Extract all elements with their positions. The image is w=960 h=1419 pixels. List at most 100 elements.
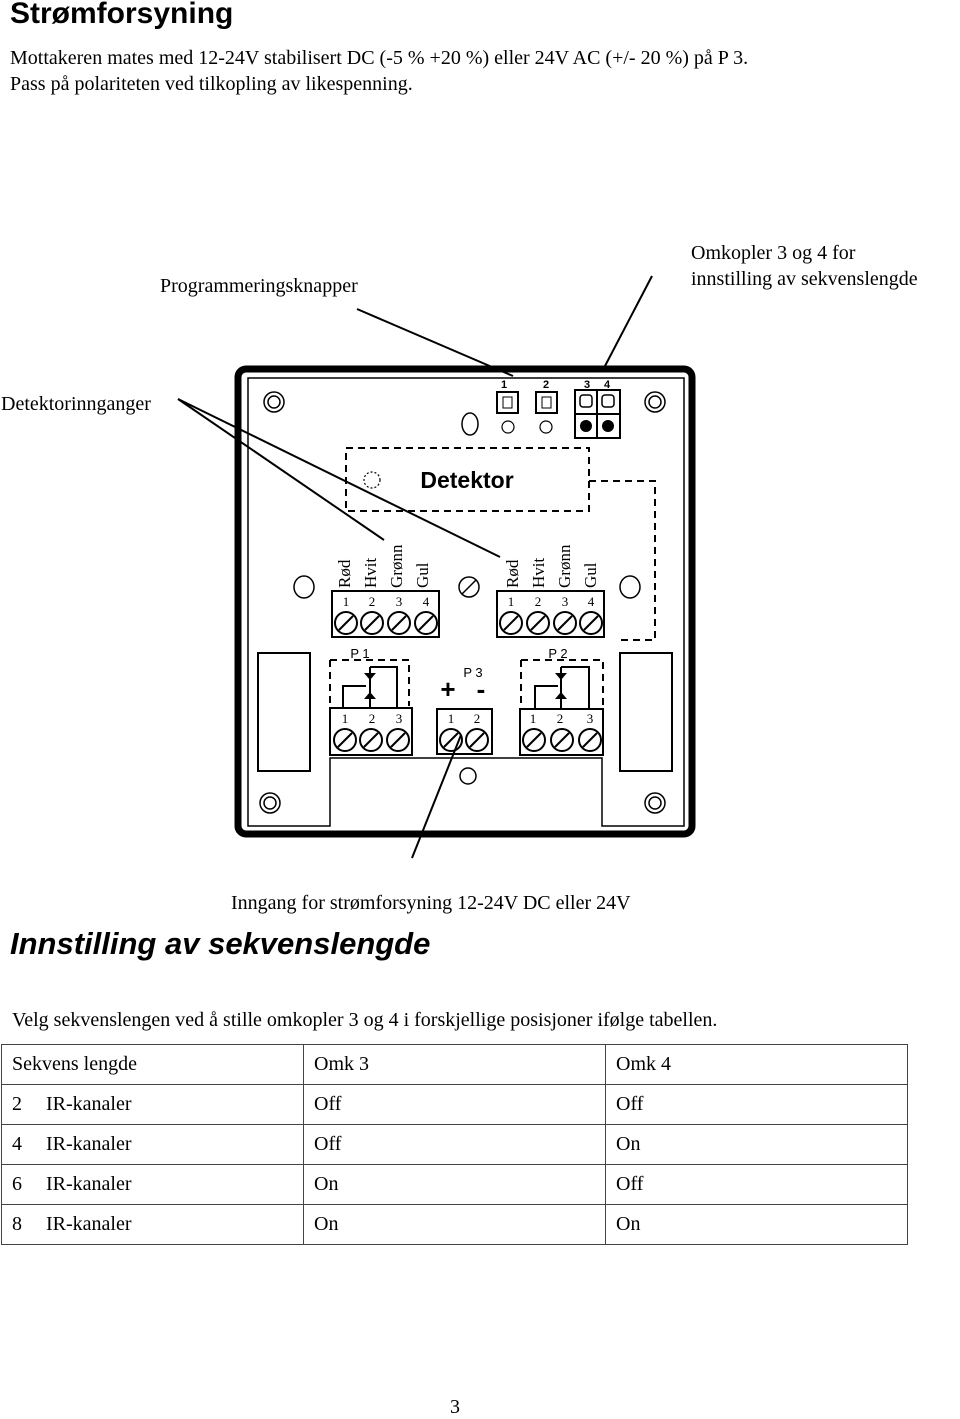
terminal-number: 3: [396, 594, 403, 609]
terminal-number: 2: [369, 594, 376, 609]
page-number: 3: [450, 1396, 460, 1418]
detector-sensor-icon: [363, 471, 381, 489]
hole-icon: [461, 412, 479, 436]
connector-p2: P 2 1 2 3: [519, 646, 604, 756]
connector-label: P 2: [548, 646, 567, 661]
mount-hole-icon: [644, 391, 666, 413]
connector-p3-power: P 3 + - 1 2: [436, 665, 493, 755]
terminal-number: 1: [530, 711, 537, 726]
relay-right: [619, 652, 673, 772]
programming-buttons: 1 2: [496, 379, 558, 434]
connector-p1: P 1 1 2 3: [329, 646, 413, 756]
terminal-number: 1: [342, 711, 349, 726]
table-header-cell: Sekvens lengde: [1, 1044, 304, 1085]
hole-icon: [293, 575, 315, 599]
led-icon: [501, 420, 515, 434]
terminal-number: 1: [508, 594, 515, 609]
terminal-block-input-2: 1 2 3 4: [496, 590, 605, 638]
wire-color-label: Rød: [335, 559, 354, 588]
wire-color-label: Grønn: [555, 544, 574, 588]
wire-color-label: Gul: [413, 562, 432, 588]
board-inner-frame: [247, 377, 685, 827]
mount-hole-icon: [259, 792, 281, 814]
channel-label: IR-kanaler: [46, 1173, 132, 1195]
terminal-number: 2: [474, 711, 481, 726]
detector-input-1-labels: Rød Hvit Grønn Gul: [335, 544, 432, 588]
table-row: 4 IR-kanaler Off On: [1, 1124, 908, 1165]
terminal-number: 1: [448, 711, 455, 726]
sequence-intro: Velg sekvenslengen ved å stille omkopler…: [12, 1009, 718, 1031]
button-number: 2: [543, 379, 549, 391]
table-header-cell: Omk 4: [605, 1044, 908, 1085]
hole-icon: [619, 575, 641, 599]
omk4-cell: On: [605, 1204, 908, 1245]
terminal-number: 2: [557, 711, 564, 726]
channel-count: 4: [12, 1133, 22, 1155]
channel-label: IR-kanaler: [46, 1133, 132, 1155]
omk3-cell: On: [303, 1204, 606, 1245]
detector-input-2-labels: Rød Hvit Grønn Gul: [503, 544, 600, 588]
wire-color-label: Hvit: [529, 558, 548, 589]
mount-hole-icon: [263, 391, 285, 413]
table-header-row: Sekvens lengde Omk 3 Omk 4: [1, 1044, 908, 1085]
switch-3-knob[interactable]: [580, 420, 592, 432]
channel-label: IR-kanaler: [46, 1213, 132, 1235]
channel-count: 2: [12, 1093, 22, 1115]
program-button-1[interactable]: [496, 391, 519, 414]
switch-3-off-position[interactable]: [579, 394, 593, 408]
table-row: 6 IR-kanaler On Off: [1, 1164, 908, 1205]
sequence-length-table: Sekvens lengde Omk 3 Omk 4 2 IR-kanaler O…: [1, 1044, 908, 1245]
sequence-cell: 2 IR-kanaler: [1, 1084, 304, 1125]
sequence-cell: 4 IR-kanaler: [1, 1124, 304, 1165]
terminal-number: 3: [562, 594, 569, 609]
wire-color-label: Rød: [503, 559, 522, 588]
omk3-cell: On: [303, 1164, 606, 1205]
wire-color-label: Gul: [581, 562, 600, 588]
channel-count: 8: [12, 1213, 22, 1235]
switch-4-off-position[interactable]: [601, 394, 615, 408]
terminal-number: 3: [396, 711, 403, 726]
terminal-number: 2: [535, 594, 542, 609]
plus-sign: +: [440, 674, 455, 704]
led-icon: [539, 420, 553, 434]
terminal-number: 1: [343, 594, 350, 609]
relay-left: [257, 652, 311, 772]
omk4-cell: Off: [605, 1164, 908, 1205]
table-row: 2 IR-kanaler Off Off: [1, 1084, 908, 1125]
callout-line-detector-1: [177, 398, 385, 541]
diode-icon: [364, 673, 376, 680]
diode-icon: [364, 692, 376, 699]
button-number: 1: [501, 379, 507, 391]
sequence-cell: 8 IR-kanaler: [1, 1204, 304, 1245]
omk3-cell: Off: [303, 1084, 606, 1125]
terminal-number: 4: [588, 594, 595, 609]
connector-label: P 1: [350, 646, 369, 661]
switch-4-knob[interactable]: [602, 420, 614, 432]
program-button-2[interactable]: [535, 391, 558, 414]
hole-icon: [459, 767, 477, 785]
detector-label: Detektor: [420, 467, 513, 493]
receiver-wiring-diagram: 1 2 3 4 Detektor Rød Hvit Grønn Gul Rød …: [177, 275, 696, 859]
mount-hole-icon: [644, 792, 666, 814]
board-outer-frame: [234, 365, 696, 838]
terminal-number: 2: [369, 711, 376, 726]
terminal-number: 4: [423, 594, 430, 609]
minus-sign: -: [477, 674, 486, 704]
wire-color-label: Hvit: [361, 558, 380, 589]
wire-color-label: Grønn: [387, 544, 406, 588]
terminal-block-input-1: 1 2 3 4: [331, 590, 440, 638]
dip-switches-3-4: 3 4: [574, 379, 621, 439]
table-header-cell: Omk 3: [303, 1044, 606, 1085]
diode-icon: [555, 673, 567, 680]
omk3-cell: Off: [303, 1124, 606, 1165]
table-row: 8 IR-kanaler On On: [1, 1204, 908, 1245]
omk4-cell: Off: [605, 1084, 908, 1125]
omk4-cell: On: [605, 1124, 908, 1165]
channel-label: IR-kanaler: [46, 1093, 132, 1115]
diode-icon: [555, 692, 567, 699]
section-title-sequence-length: Innstilling av sekvenslengde: [10, 926, 431, 961]
sequence-cell: 6 IR-kanaler: [1, 1164, 304, 1205]
channel-count: 6: [12, 1173, 22, 1195]
terminal-number: 3: [587, 711, 594, 726]
callout-line-switch: [604, 275, 653, 367]
